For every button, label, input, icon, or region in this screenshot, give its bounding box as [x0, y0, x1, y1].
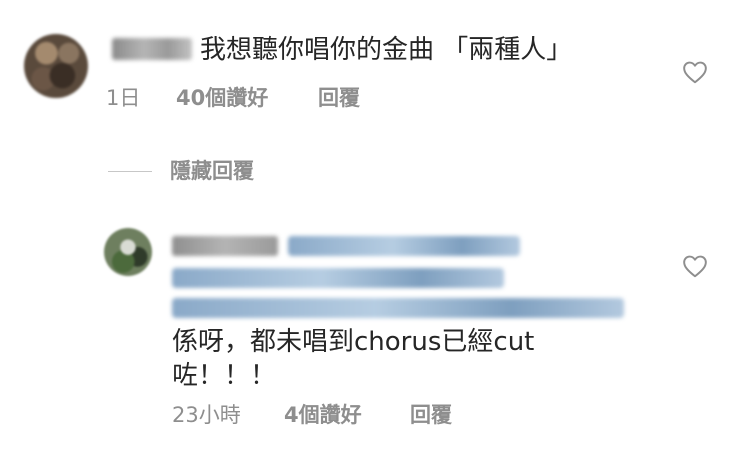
comment-text: 我想聽你唱你的金曲 「兩種人」 [200, 35, 573, 65]
username-blurred[interactable] [172, 236, 278, 256]
replies-divider [108, 171, 152, 172]
mention-blurred[interactable] [288, 236, 520, 256]
reply-button[interactable]: 回覆 [410, 403, 452, 427]
comment-meta: 1日 [106, 84, 140, 112]
reply-button[interactable]: 回覆 [318, 86, 360, 110]
reply-wrap: 回覆 [318, 84, 360, 112]
comment-text: 係呀，都未唱到chorus已經cut咗！！！ [172, 327, 535, 391]
comments-thread: 我想聽你唱你的金曲 「兩種人」 1日 40個讚好 回覆 隱藏回覆 係呀，都未唱到… [0, 0, 750, 454]
comment-likes-wrap: 40個讚好 [176, 84, 268, 112]
reply-wrap: 回覆 [410, 401, 452, 429]
avatar[interactable] [24, 34, 88, 98]
mention-blurred[interactable] [172, 298, 624, 318]
username-blurred[interactable] [112, 38, 192, 60]
likes-count[interactable]: 40個讚好 [176, 86, 268, 110]
comment-meta: 23小時 [172, 401, 241, 429]
comment-likes-wrap: 4個讚好 [284, 401, 362, 429]
likes-count[interactable]: 4個讚好 [284, 403, 362, 427]
avatar[interactable] [104, 228, 152, 276]
mention-blurred[interactable] [172, 268, 504, 288]
hide-replies-button[interactable]: 隱藏回覆 [170, 157, 254, 185]
heart-icon[interactable] [682, 254, 708, 278]
comment-time: 23小時 [172, 403, 241, 427]
heart-icon[interactable] [682, 60, 708, 84]
comment-time: 1日 [106, 86, 141, 110]
